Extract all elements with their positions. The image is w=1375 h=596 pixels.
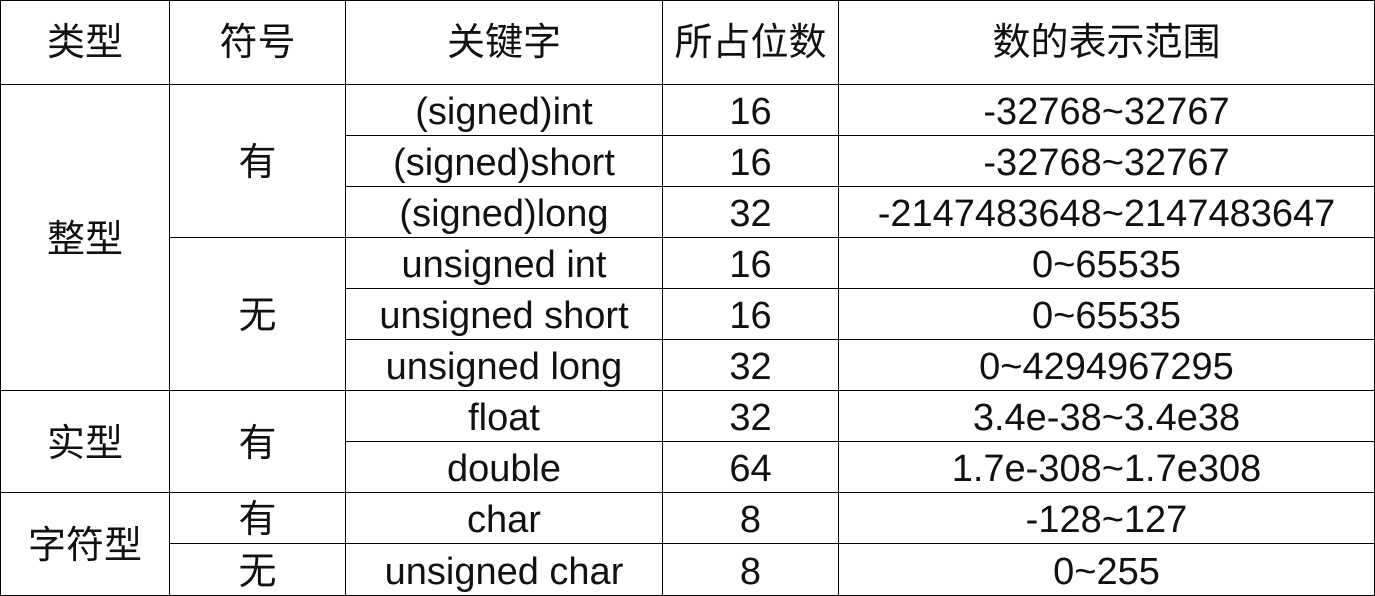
bits-cell: 16 [663, 136, 839, 187]
type-cell-real: 实型 [1, 391, 170, 493]
keyword-cell: (signed)long [346, 187, 663, 238]
keyword-cell: unsigned char [346, 544, 663, 596]
range-cell: -128~127 [839, 493, 1375, 544]
range-cell: 1.7e-308~1.7e308 [839, 442, 1375, 493]
range-cell: -2147483648~2147483647 [839, 187, 1375, 238]
bits-cell: 16 [663, 85, 839, 136]
keyword-cell: unsigned long [346, 340, 663, 391]
range-cell: 0~65535 [839, 289, 1375, 340]
range-cell: -32768~32767 [839, 136, 1375, 187]
sign-cell: 有 [170, 493, 346, 544]
type-cell-integer: 整型 [1, 85, 170, 391]
range-cell: -32768~32767 [839, 85, 1375, 136]
keyword-cell: unsigned short [346, 289, 663, 340]
keyword-cell: unsigned int [346, 238, 663, 289]
header-bits: 所占位数 [663, 1, 839, 85]
bits-cell: 16 [663, 238, 839, 289]
bits-cell: 64 [663, 442, 839, 493]
keyword-cell: (signed)int [346, 85, 663, 136]
keyword-cell: char [346, 493, 663, 544]
bits-cell: 8 [663, 493, 839, 544]
keyword-cell: double [346, 442, 663, 493]
sign-cell: 有 [170, 391, 346, 493]
data-type-table: 类型 符号 关键字 所占位数 数的表示范围 整型 实型 字符型 有 无 有 有 … [0, 0, 1375, 596]
keyword-cell: float [346, 391, 663, 442]
bits-cell: 16 [663, 289, 839, 340]
type-cell-char: 字符型 [1, 493, 170, 596]
range-cell: 0~4294967295 [839, 340, 1375, 391]
sign-cell: 有 [170, 85, 346, 238]
bits-cell: 32 [663, 187, 839, 238]
header-type: 类型 [1, 1, 170, 85]
range-cell: 3.4e-38~3.4e38 [839, 391, 1375, 442]
header-sign: 符号 [170, 1, 346, 85]
range-cell: 0~255 [839, 544, 1375, 596]
bits-cell: 8 [663, 544, 839, 596]
sign-cell: 无 [170, 544, 346, 596]
keyword-cell: (signed)short [346, 136, 663, 187]
bits-cell: 32 [663, 340, 839, 391]
range-cell: 0~65535 [839, 238, 1375, 289]
sign-cell: 无 [170, 238, 346, 391]
header-range: 数的表示范围 [839, 1, 1375, 85]
header-keyword: 关键字 [346, 1, 663, 85]
bits-cell: 32 [663, 391, 839, 442]
